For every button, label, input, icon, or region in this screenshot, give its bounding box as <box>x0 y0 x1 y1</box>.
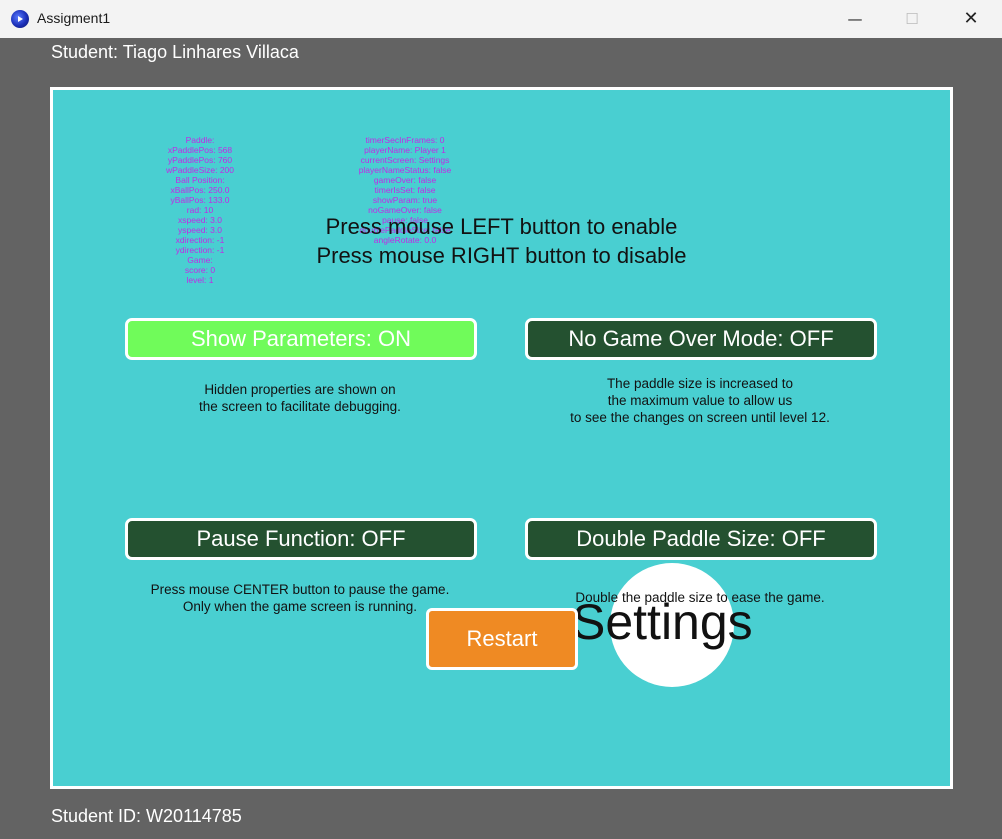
app-icon <box>11 10 29 28</box>
description-line: The paddle size is increased to <box>606 376 794 391</box>
description-line: Press mouse CENTER button to pause the g… <box>150 582 450 597</box>
show-parameters-button[interactable]: Show Parameters: ON <box>125 318 477 360</box>
debug-parameter: timerIsSet: false <box>374 185 436 195</box>
instructions-line-1: Press mouse LEFT button to enable <box>325 214 678 239</box>
app-area: Student: Tiago Linhares Villaca Paddle: x… <box>0 38 1002 839</box>
instructions: Press mouse LEFT button to enable Press … <box>53 212 950 270</box>
debug-parameter: yBallPos: 133.0 <box>170 195 230 205</box>
debug-parameter: playerNameStatus: false <box>358 165 452 175</box>
student-name: Student: Tiago Linhares Villaca <box>51 42 299 62</box>
double-paddle-size-button[interactable]: Double Paddle Size: OFF <box>525 518 877 560</box>
debug-parameter: gameOver: false <box>373 175 437 185</box>
instructions-line-2: Press mouse RIGHT button to disable <box>316 243 687 268</box>
debug-parameter: yPaddlePos: 760 <box>167 155 233 165</box>
debug-parameter: Paddle: <box>185 135 215 145</box>
debug-parameter: currentScreen: Settings <box>360 155 450 165</box>
description-line: to see the changes on screen until level… <box>570 410 830 425</box>
debug-parameter: xBallPos: 250.0 <box>170 185 230 195</box>
game-canvas[interactable]: Paddle: xPaddlePos: 568 yPaddlePos: 760 wPa… <box>50 87 953 789</box>
debug-parameter: Ball Position: <box>175 175 225 185</box>
double-paddle-size-description: Double the paddle size to ease the game. <box>490 589 910 606</box>
debug-parameter: showParam: true <box>372 195 438 205</box>
description-line: the maximum value to allow us <box>607 393 793 408</box>
debug-parameter: wPaddleSize: 200 <box>165 165 235 175</box>
description-line: Hidden properties are shown on <box>204 382 396 397</box>
minimize-button[interactable]: — <box>825 0 885 38</box>
description-line: Double the paddle size to ease the game. <box>575 590 825 605</box>
maximize-button[interactable]: ☐ <box>882 0 942 38</box>
no-game-over-mode-button[interactable]: No Game Over Mode: OFF <box>525 318 877 360</box>
window-title: Assigment1 <box>37 10 111 26</box>
pause-function-button[interactable]: Pause Function: OFF <box>125 518 477 560</box>
debug-parameter: timerSecInFrames: 0 <box>365 135 445 145</box>
title-bar[interactable]: Assigment1 — ☐ ✕ <box>0 0 1002 38</box>
close-button[interactable]: ✕ <box>941 0 1001 38</box>
no-game-over-description: The paddle size is increased to the maxi… <box>490 375 910 426</box>
debug-parameter: xPaddlePos: 568 <box>167 145 233 155</box>
description-line: the screen to facilitate debugging. <box>199 399 401 414</box>
debug-parameter: playerName: Player 1 <box>364 145 446 155</box>
student-id: Student ID: W20114785 <box>51 806 242 826</box>
show-parameters-description: Hidden properties are shown on the scree… <box>90 381 510 415</box>
restart-button[interactable]: Restart <box>426 608 578 670</box>
debug-parameter: level: 1 <box>186 275 214 285</box>
